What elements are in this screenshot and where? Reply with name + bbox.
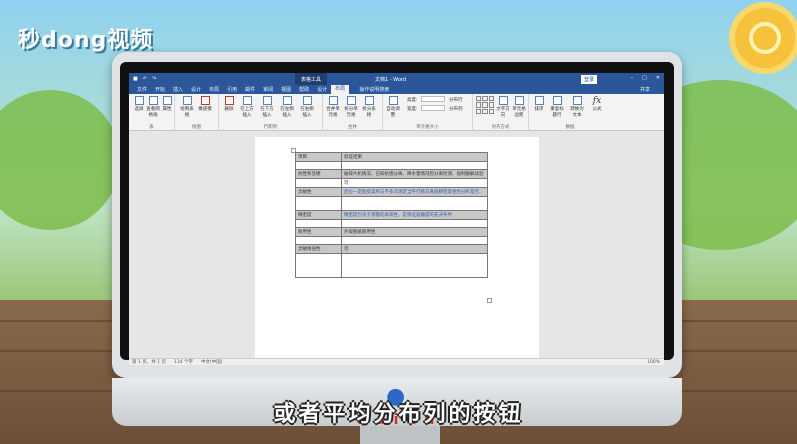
title-bar: ■ ↶ ↷ 表格工具 文档1 - Word 登录 – □ ✕ [129, 73, 664, 85]
tab-home[interactable]: 开始 [151, 86, 169, 93]
word-window: ■ ↶ ↷ 表格工具 文档1 - Word 登录 – □ ✕ 文件 开始 插入 … [129, 73, 664, 365]
repeat-header-button[interactable]: 重复标题行 [549, 96, 565, 118]
group-merge: 合并单元格 拆分单元格 拆分表格 合并 [323, 94, 383, 131]
tab-help[interactable]: 帮助 [295, 86, 313, 93]
monitor-stand [360, 426, 440, 444]
save-icon[interactable]: ■ [133, 76, 138, 82]
cell-margins-button[interactable]: 单元格边距 [511, 96, 527, 118]
height-field[interactable] [421, 96, 445, 102]
tab-table-layout[interactable]: 布局 [331, 85, 350, 94]
table-row[interactable] [295, 253, 488, 278]
group-data: 排序 重复标题行 转换为文本 fx 公式 数据 [529, 94, 611, 131]
table-row[interactable]: 精密度 精密度包含于测量的再现性，是保证准确度的先决条件 [295, 210, 488, 220]
group-cell-size: 自动调整 高度: 宽度: 分布行 分布列 单元格大小 [383, 94, 473, 131]
status-bar: 第 1 页，共 1 页 114 个字 中文(中国) 100% [129, 358, 664, 365]
table-row[interactable]: 耐用性 外观图纸耐用性 [295, 227, 488, 237]
properties-button[interactable]: 属性 [159, 96, 175, 112]
insert-right-button[interactable]: 在右侧插入 [299, 96, 315, 118]
tab-insert[interactable]: 插入 [169, 86, 187, 93]
group-rows-columns: 删除 在上方插入 在下方插入 在左侧插入 在右侧插入 行和列 [219, 94, 323, 131]
redo-icon[interactable]: ↷ [152, 76, 156, 82]
height-label: 高度: [407, 98, 418, 103]
formula-button[interactable]: fx 公式 [589, 96, 605, 112]
document-page[interactable]: 项目 验证结果 抗性和坚硬 破碎片机情况、已知抗感分离、降水量情况检分离检测、强制酶… [255, 137, 539, 358]
width-field[interactable] [421, 105, 445, 111]
tab-layout[interactable]: 布局 [205, 86, 223, 93]
sun-icon [735, 8, 795, 68]
tab-design[interactable]: 设计 [187, 86, 205, 93]
table-row[interactable] [295, 219, 488, 228]
tab-mailings[interactable]: 邮件 [241, 86, 259, 93]
document-area: 项目 验证结果 抗性和坚硬 破碎片机情况、已知抗感分离、降水量情况检分离检测、强制酶… [129, 131, 664, 358]
table-row[interactable]: 项目 验证结果 [295, 152, 488, 162]
sort-button[interactable]: 排序 [531, 96, 547, 112]
word-count: 114 个字 [173, 360, 193, 365]
zoom-level[interactable]: 100% [647, 360, 664, 365]
draw-table-button[interactable]: 绘制表格 [179, 96, 195, 118]
tab-table-design[interactable]: 设计 [313, 86, 331, 93]
split-cells-button[interactable]: 拆分单元格 [343, 96, 359, 118]
share-button[interactable]: 共享 [636, 86, 654, 93]
insert-left-button[interactable]: 在左侧插入 [279, 96, 295, 118]
language: 中文(中国) [200, 360, 223, 365]
distribute-columns-button[interactable]: 分布列 [449, 106, 463, 112]
tab-references[interactable]: 引用 [223, 86, 241, 93]
tab-file[interactable]: 文件 [133, 86, 151, 93]
delete-button[interactable]: 删除 [221, 96, 237, 112]
text-direction-button[interactable]: 文字方向 [495, 96, 511, 118]
login-button[interactable]: 登录 [581, 75, 598, 84]
convert-to-text-button[interactable]: 转换为文本 [569, 96, 585, 118]
split-table-button[interactable]: 拆分表格 [361, 96, 377, 118]
video-subtitle: 或者平均分布列的按钮 [273, 402, 524, 427]
formula-icon: fx [592, 96, 602, 106]
table-row[interactable]: 灵敏限值性可 [295, 244, 488, 254]
distribute-rows-button[interactable]: 分布行 [449, 97, 463, 103]
table-row[interactable]: 可 [295, 178, 488, 188]
context-tab-title: 表格工具 [295, 73, 328, 85]
ribbon: 选择 查看网格线 属性 表 绘制表格 橡皮擦 绘图 删除 在上方插入 在下方插入… [129, 94, 664, 131]
page-count: 第 1 页，共 1 页 [132, 360, 166, 365]
alignment-grid[interactable] [476, 96, 494, 114]
table-row[interactable]: 灵敏性 后位一定能提高所与不多次测定当平行精与真值精密度相合分析是否、 [295, 187, 488, 197]
tab-review[interactable]: 审阅 [259, 86, 277, 93]
maximize-icon[interactable]: □ [642, 75, 647, 81]
undo-icon[interactable]: ↶ [143, 76, 147, 82]
tell-me-box[interactable]: 操作说明搜索 [355, 86, 393, 93]
table-row[interactable] [295, 161, 488, 170]
tab-view[interactable]: 视图 [277, 86, 295, 93]
document-title: 文档1 - Word [375, 77, 407, 83]
merge-cells-button[interactable]: 合并单元格 [325, 96, 341, 118]
channel-logo: 秒dong视频 [18, 28, 154, 53]
table-resize-handle[interactable] [487, 298, 492, 303]
width-label: 宽度: [407, 107, 418, 112]
table-row[interactable]: 抗性和坚硬 破碎片机情况、已知抗感分离、降水量情况检分离检测、强制酶解试验 [295, 169, 488, 179]
group-alignment: 文字方向 单元格边距 对齐方式 [473, 94, 529, 131]
minimize-icon[interactable]: – [631, 75, 634, 81]
word-table[interactable]: 项目 验证结果 抗性和坚硬 破碎片机情况、已知抗感分离、降水量情况检分离检测、强制酶… [295, 152, 488, 278]
insert-above-button[interactable]: 在上方插入 [239, 96, 255, 118]
table-row[interactable] [295, 196, 488, 211]
insert-below-button[interactable]: 在下方插入 [259, 96, 275, 118]
close-icon[interactable]: ✕ [656, 75, 660, 81]
eraser-button[interactable]: 橡皮擦 [197, 96, 213, 112]
group-table: 选择 查看网格线 属性 表 [129, 94, 175, 131]
table-row[interactable] [295, 236, 488, 245]
autofit-button[interactable]: 自动调整 [385, 96, 401, 118]
ribbon-tabs: 文件 开始 插入 设计 布局 引用 邮件 审阅 视图 帮助 设计 布局 操作说明… [129, 85, 664, 94]
group-draw: 绘制表格 橡皮擦 绘图 [175, 94, 219, 131]
